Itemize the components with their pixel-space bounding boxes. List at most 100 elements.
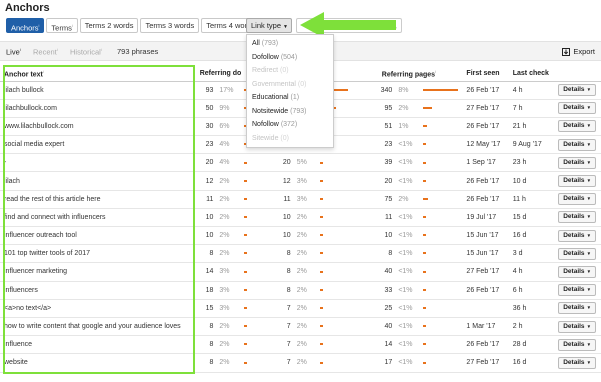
referring-pages-value: 75	[367, 190, 397, 209]
menu-item-redirect: Redirect (0)	[247, 64, 333, 78]
table-row: influencers 18 3% 8 2% 33 <1% 26 Feb '17 6 h Deta…	[0, 281, 601, 300]
referring-pages-value: 17	[367, 353, 397, 373]
dofollow-value: 7	[278, 335, 295, 355]
menu-item-label: Dofollow	[252, 53, 279, 61]
anchor-text[interactable]: www.lilachbullock.com	[0, 117, 196, 137]
referring-pages-percent: <1%	[396, 153, 419, 173]
rp-bar	[422, 125, 427, 128]
anchor-text[interactable]: find and connect with influencers	[0, 208, 196, 228]
details-label: Details	[563, 140, 585, 148]
details-button[interactable]: Details ▼	[558, 356, 597, 369]
rp-bar-cell	[418, 81, 463, 100]
menu-item-all[interactable]: All (793)	[247, 37, 333, 51]
rp-bar-cell	[418, 208, 463, 228]
rd-bar	[243, 307, 247, 309]
referring-domains-value: 8	[195, 244, 218, 264]
details-button[interactable]: Details ▼	[558, 156, 597, 169]
anchor-text[interactable]: website	[0, 353, 196, 373]
anchor-text[interactable]: read the rest of this article here	[0, 190, 196, 209]
referring-domains-percent: 2%	[217, 208, 240, 228]
tab-terms[interactable]: Termsi	[46, 18, 78, 33]
details-button[interactable]: Details ▼	[558, 284, 597, 297]
dofollow-value: 7	[278, 353, 295, 373]
tab-anchors[interactable]: Anchorsi	[6, 18, 45, 33]
anchor-text[interactable]: <a>no text</a>	[0, 299, 196, 318]
anchor-text[interactable]: how to write content that google and you…	[0, 317, 196, 337]
last-check-value: 23 h	[508, 153, 555, 173]
rp-bar-cell	[418, 281, 463, 300]
details-button[interactable]: Details ▼	[558, 84, 597, 97]
anchor-text[interactable]: influencer outreach tool	[0, 226, 196, 246]
last-check-value: 2 h	[508, 317, 555, 337]
details-button[interactable]: Details ▼	[558, 211, 597, 224]
referring-pages-percent: <1%	[396, 135, 419, 155]
referring-domains-percent: 3%	[217, 262, 240, 282]
anchor-text[interactable]: influencer marketing	[0, 262, 196, 282]
referring-pages-value: 8	[367, 244, 397, 264]
menu-item-dofollow[interactable]: Dofollow (504)	[247, 51, 333, 65]
tab-label: Terms 3 words	[145, 21, 195, 30]
details-button[interactable]: Details ▼	[558, 247, 597, 260]
details-button[interactable]: Details ▼	[558, 338, 597, 351]
rp-bar-cell	[418, 190, 463, 209]
menu-item-count: (793)	[261, 40, 279, 47]
col-last-check[interactable]: Last check	[508, 67, 555, 82]
anchor-text[interactable]: lilachbullock.com	[0, 99, 196, 118]
col-anchor-text[interactable]: Anchor texti	[0, 67, 196, 82]
referring-pages-percent: 1%	[396, 117, 419, 137]
details-button[interactable]: Details ▼	[558, 102, 597, 115]
last-check-value: 16 d	[508, 353, 555, 373]
details-button[interactable]: Details ▼	[558, 320, 597, 333]
details-button[interactable]: Details ▼	[558, 265, 597, 278]
first-seen-date: 26 Feb '17	[462, 281, 509, 300]
info-icon: i	[435, 69, 436, 75]
details-label: Details	[563, 86, 585, 94]
referring-pages-percent: 2%	[396, 190, 419, 209]
caret-down-icon: ▼	[586, 141, 592, 147]
historical-filter[interactable]: Historicali	[70, 47, 102, 57]
caret-down-icon: ▼	[586, 359, 592, 365]
rd-bar	[243, 288, 247, 291]
menu-item-notsitewide[interactable]: Notsitewide (793)	[247, 105, 333, 119]
menu-item-count: (793)	[290, 107, 307, 115]
live-filter[interactable]: Livei	[6, 47, 21, 57]
details-button[interactable]: Details ▼	[558, 175, 597, 188]
menu-item-educational[interactable]: Educational (1)	[247, 91, 333, 105]
tab-terms-2-words[interactable]: Terms 2 words	[79, 18, 139, 33]
anchor-text[interactable]: 101 top twitter tools of 2017	[0, 244, 196, 264]
c2-bar	[319, 307, 323, 309]
rd-bar	[243, 343, 247, 346]
link-type-dropdown[interactable]: Link type ▼	[246, 18, 292, 33]
anchor-text[interactable]: -	[0, 153, 196, 173]
referring-pages-percent: <1%	[396, 335, 419, 355]
export-button[interactable]: Export	[562, 47, 595, 56]
anchor-text[interactable]: lilach bullock	[0, 81, 196, 100]
details-button[interactable]: Details ▼	[558, 229, 597, 242]
referring-pages-percent: <1%	[396, 317, 419, 337]
col-referring-pages[interactable]: Referring pagesi	[367, 67, 463, 82]
anchor-text[interactable]: lilach	[0, 171, 196, 191]
referring-domains-value: 10	[195, 208, 218, 228]
c2-bar-cell	[315, 299, 368, 318]
page-title: Anchors	[5, 2, 50, 14]
referring-domains-percent: 3%	[217, 281, 240, 300]
referring-pages-value: 40	[367, 262, 397, 282]
anchor-text[interactable]: influence	[0, 335, 196, 355]
first-seen-date: 27 Feb '17	[462, 262, 509, 282]
recent-filter[interactable]: Recenti	[33, 47, 58, 57]
anchor-text[interactable]: influencers	[0, 281, 196, 300]
caret-down-icon: ▼	[586, 287, 592, 293]
referring-pages-percent: <1%	[396, 171, 419, 191]
menu-item-nofollow[interactable]: Nofollow (372)	[247, 118, 333, 132]
details-button[interactable]: Details ▼	[558, 193, 597, 206]
anchor-text[interactable]: social media expert	[0, 135, 196, 155]
rp-bar	[422, 106, 432, 109]
details-button[interactable]: Details ▼	[558, 120, 597, 133]
tab-terms-3-words[interactable]: Terms 3 words	[140, 18, 200, 33]
details-button[interactable]: Details ▼	[558, 138, 597, 151]
col-first-seen[interactable]: First seen	[462, 67, 509, 82]
link-type-menu: All (793) Dofollow (504) Redirect (0) Gover…	[246, 34, 334, 148]
details-button[interactable]: Details ▼	[558, 302, 597, 315]
rd-bar-cell	[239, 153, 279, 173]
rd-bar-cell	[239, 262, 279, 282]
